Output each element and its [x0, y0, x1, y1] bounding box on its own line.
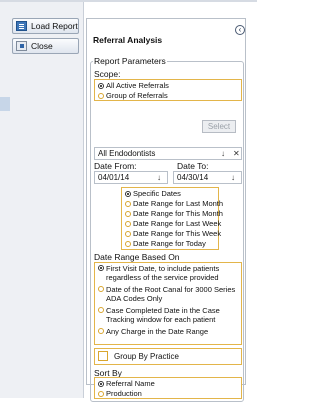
report-panel: ‹ Referral Analysis Report Parameters Sc… [86, 18, 246, 402]
group-by-practice-label: Group By Practice [114, 352, 179, 361]
provider-combo[interactable]: All Endodontists ↓ ✕ [94, 147, 242, 160]
close-icon [16, 41, 27, 51]
sort-production[interactable]: Production [98, 389, 142, 398]
panel-title: Referral Analysis [93, 35, 163, 45]
radio-unselected-icon [125, 221, 131, 227]
preset-today[interactable]: Date Range for Today [125, 239, 206, 248]
select-button[interactable]: Select [202, 120, 236, 133]
date-from-field[interactable]: 04/01/14 ↓ [94, 171, 168, 184]
date-from-label: Date From: [94, 161, 137, 171]
basis-case-completed[interactable]: Case Completed Date in the Case Tracking… [98, 306, 238, 324]
date-basis-options: First Visit Date, to include patients re… [94, 262, 242, 345]
report-parameters-legend: Report Parameters [93, 56, 167, 66]
preset-specific-dates[interactable]: Specific Dates [125, 189, 181, 198]
basis-first-visit[interactable]: First Visit Date, to include patients re… [98, 264, 238, 282]
clear-icon[interactable]: ✕ [233, 148, 240, 159]
preset-this-month[interactable]: Date Range for This Month [125, 209, 223, 218]
close-button[interactable]: Close [12, 38, 79, 54]
radio-unselected-icon [98, 391, 104, 397]
scope-options: All Active Referrals Group of Referrals [94, 79, 242, 101]
date-from-dropdown-icon[interactable]: ↓ [157, 172, 161, 183]
load-report-label: Load Report [31, 21, 78, 31]
date-to-dropdown-icon[interactable]: ↓ [231, 172, 235, 183]
scope-option-group[interactable]: Group of Referrals [98, 91, 168, 100]
sort-referral-name[interactable]: Referral Name [98, 379, 155, 388]
scope-label: Scope: [94, 69, 121, 79]
close-label: Close [31, 41, 53, 51]
radio-selected-icon [98, 381, 104, 387]
radio-unselected-icon [98, 93, 104, 99]
preset-last-month[interactable]: Date Range for Last Month [125, 199, 223, 208]
report-icon [16, 21, 27, 31]
preset-last-week[interactable]: Date Range for Last Week [125, 219, 221, 228]
date-to-label: Date To: [177, 161, 209, 171]
radio-unselected-icon [98, 286, 104, 292]
date-preset-options: Specific Dates Date Range for Last Month… [121, 187, 223, 250]
radio-unselected-icon [125, 211, 131, 217]
date-to-field[interactable]: 04/30/14 ↓ [173, 171, 242, 184]
basis-root-canal[interactable]: Date of the Root Canal for 3000 Series A… [98, 285, 238, 303]
radio-selected-icon [98, 265, 104, 271]
preset-this-week[interactable]: Date Range for This Week [125, 229, 221, 238]
sidebar-accent-strip [0, 97, 10, 111]
radio-unselected-icon [125, 241, 131, 247]
radio-unselected-icon [125, 231, 131, 237]
group-by-practice-checkbox[interactable] [98, 351, 108, 361]
group-by-practice-row[interactable]: Group By Practice [94, 348, 242, 365]
radio-unselected-icon [98, 307, 104, 313]
load-report-button[interactable]: Load Report [12, 18, 79, 34]
toolbar-column: Load Report Close [0, 2, 84, 398]
radio-selected-icon [98, 83, 104, 89]
date-basis-label: Date Range Based On [94, 252, 180, 262]
radio-unselected-icon [125, 201, 131, 207]
provider-combo-value: All Endodontists [98, 149, 156, 158]
radio-unselected-icon [98, 328, 104, 334]
scope-option-all[interactable]: All Active Referrals [98, 81, 169, 90]
back-arrow-icon[interactable]: ‹ [235, 25, 245, 35]
dropdown-arrow-icon[interactable]: ↓ [221, 148, 225, 159]
basis-any-charge[interactable]: Any Charge in the Date Range [98, 327, 238, 336]
radio-selected-icon [125, 191, 131, 197]
sort-by-options: Referral Name Production [94, 377, 242, 399]
